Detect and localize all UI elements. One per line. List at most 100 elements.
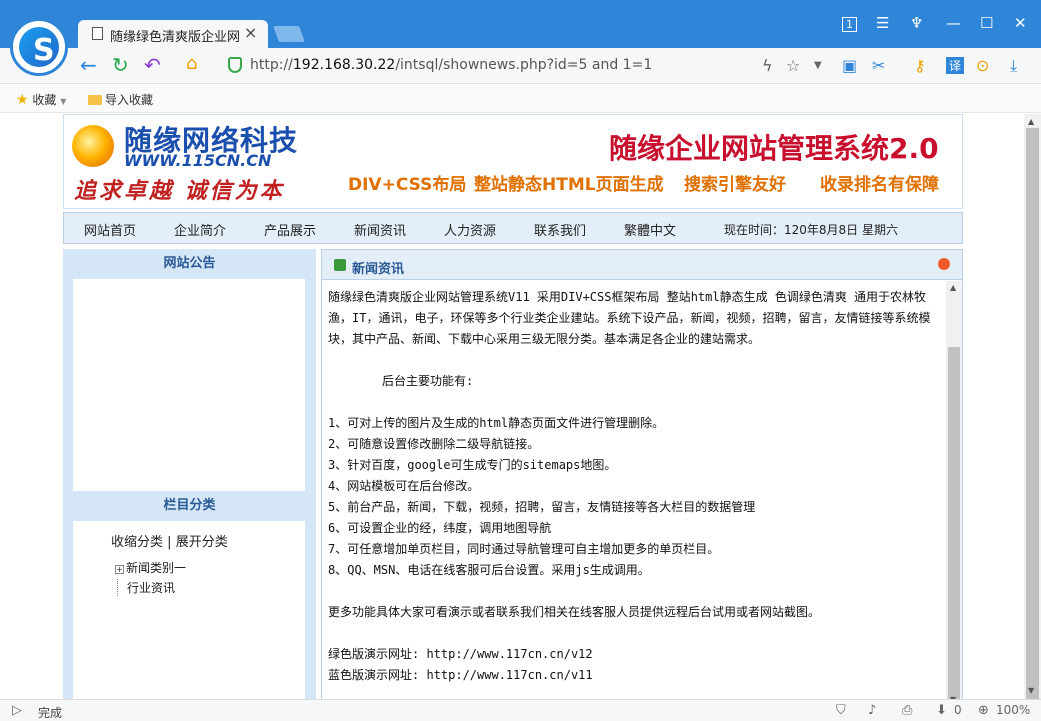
folder-icon [88, 95, 102, 105]
page-scrollbar[interactable]: ▲ ▼ [1024, 114, 1041, 702]
article-paragraph [328, 581, 939, 602]
feature-layout: DIV+CSS布局 [348, 175, 467, 195]
article-paragraph: 1、可对上传的图片及生成的html静态页面文件进行管理删除。 [328, 416, 665, 430]
brand-logo-icon [72, 125, 114, 167]
security-shield-icon [228, 57, 242, 73]
translate-icon[interactable]: 译 [946, 57, 965, 74]
article-paragraph: 5、前台产品，新闻，下载，视频，招聘，留言，友情链接等各大栏目的数据管理 [328, 500, 756, 514]
download-count: 0 [954, 703, 962, 717]
tab-count-badge[interactable]: 1 [842, 17, 857, 32]
category-title: 栏目分类 [163, 498, 216, 513]
star-icon: ★ [16, 92, 29, 108]
article-paragraph: 2、可随意设置修改删除二级导航链接。 [328, 437, 540, 451]
article-paragraph: 6、可设置企业的经，纬度，调用地图导航 [328, 521, 552, 535]
expand-categories-link[interactable]: 展开分类 [176, 535, 228, 550]
home-icon[interactable]: ⌂ [186, 53, 197, 74]
skin-icon[interactable]: ♆ [910, 14, 923, 32]
browser-logo-icon[interactable]: S [10, 18, 68, 76]
nav-traditional-chinese[interactable]: 繁體中文 [624, 220, 676, 239]
screenshot-icon[interactable]: ⎙ [902, 703, 912, 718]
expand-plus-icon[interactable]: + [115, 565, 124, 574]
scissors-icon[interactable]: ✂ [872, 56, 885, 75]
status-text: 完成 [38, 706, 63, 720]
tree-item[interactable]: 行业资讯 [117, 579, 175, 596]
maximize-icon[interactable]: ☐ [980, 14, 993, 32]
article-paragraph [328, 350, 939, 371]
article-paragraph: 绿色版演示网址: http://www.117cn.cn/v12 [328, 647, 593, 661]
news-panel: 新闻资讯 随缘绿色清爽版企业网站管理系统V11 采用DIV+CSS框架布局 整站… [321, 249, 963, 699]
panel-close-icon[interactable] [938, 258, 950, 270]
news-panel-title: 新闻资讯 [352, 262, 405, 277]
chevron-down-icon[interactable]: ▼ [814, 60, 822, 71]
extension-icon[interactable]: ▣ [842, 56, 857, 75]
site-banner: 随缘网络科技 WWW.115CN.CN 追求卓越 诚信为本 随缘企业网站管理系统… [63, 114, 963, 209]
zoom-level[interactable]: 100% [996, 703, 1030, 717]
lightning-icon[interactable]: ϟ [762, 56, 773, 75]
article-paragraph: 随缘绿色清爽版企业网站管理系统V11 采用DIV+CSS框架布局 整站html静… [328, 290, 931, 346]
zoom-icon[interactable]: ⊕ [978, 703, 989, 718]
key-icon[interactable]: ⚷ [914, 56, 926, 75]
bookmarks-bar: ★ 收藏 ▼ 导入收藏 [0, 85, 1041, 113]
tab-title: 随缘绿色清爽版企业网站 [110, 30, 240, 45]
nav-about[interactable]: 企业简介 [174, 220, 226, 239]
download-icon[interactable]: ⤓ [1010, 56, 1017, 76]
url-text[interactable]: http://192.168.30.22/intsql/shownews.php… [250, 57, 652, 73]
status-bar: ▷ 完成 ⛉ ♪ ⎙ ⬇ 0 ⊕ 100% [0, 699, 1041, 721]
download-manager-icon[interactable]: ⬇ [936, 703, 947, 718]
sound-icon[interactable]: ♪ [868, 703, 876, 718]
address-bar[interactable]: http://192.168.30.22/intsql/shownews.php… [218, 52, 748, 78]
article-paragraph: 蓝色版演示网址: http://www.117cn.cn/v11 [328, 668, 593, 682]
browser-tab[interactable]: 随缘绿色清爽版企业网站 × [78, 20, 268, 48]
category-box: 收缩分类 | 展开分类 + 新闻类别一 行业资讯 [73, 521, 305, 699]
nav-home[interactable]: 网站首页 [84, 220, 136, 239]
import-favorites-link[interactable]: 导入收藏 [88, 91, 153, 108]
favorites-menu[interactable]: ★ 收藏 ▼ [16, 91, 66, 108]
back-icon[interactable]: ← [80, 53, 97, 77]
news-icon [334, 259, 346, 271]
article-paragraph: 3、针对百度，google可生成专门的sitemaps地图。 [328, 458, 617, 472]
article-paragraph: 8、QQ、MSN、电话在线客服可后台设置。采用js生成调用。 [328, 563, 650, 577]
collapse-categories-link[interactable]: 收缩分类 [111, 535, 163, 550]
notice-box [73, 279, 305, 491]
notice-title: 网站公告 [163, 256, 216, 271]
nav-hr[interactable]: 人力资源 [444, 220, 496, 239]
feature-seo: 搜索引擎友好 [684, 175, 786, 195]
close-window-icon[interactable]: ✕ [1014, 14, 1027, 32]
undo-icon[interactable]: ↶ [144, 53, 161, 77]
bookmark-star-icon[interactable]: ☆ [786, 56, 800, 75]
minimize-icon[interactable]: — [946, 14, 961, 32]
brand-slogan: 追求卓越 诚信为本 [74, 178, 285, 204]
brand-url: WWW.115CN.CN [124, 151, 272, 170]
close-tab-icon[interactable]: × [244, 23, 257, 42]
feature-static: 整站静态HTML页面生成 [474, 175, 664, 195]
document-icon [92, 27, 103, 40]
nav-products[interactable]: 产品展示 [264, 220, 316, 239]
site-nav: 网站首页 企业简介 产品展示 新闻资讯 人力资源 联系我们 繁體中文 现在时间：… [63, 212, 963, 244]
current-time: 现在时间：120年8月8日 星期六 [724, 223, 898, 237]
shield-status-icon[interactable]: ⛉ [836, 703, 846, 718]
article-paragraph: 更多功能具体大家可看演示或者联系我们相关在线客服人员提供远程后台试用或者网站截图… [328, 605, 821, 619]
tree-item[interactable]: + 新闻类别一 [115, 559, 186, 576]
article-scrollbar[interactable]: ▲ ▼ [946, 281, 962, 699]
more-icon[interactable]: ⊙ [976, 56, 989, 75]
menu-icon[interactable]: ☰ [876, 14, 889, 32]
article-paragraph [328, 623, 939, 644]
new-tab-button[interactable] [273, 26, 305, 42]
sidebar-toggle-icon[interactable]: ▷ [12, 703, 22, 718]
left-sidebar: 网站公告 栏目分类 收缩分类 | 展开分类 + 新闻类别一 行业资讯 [63, 249, 316, 699]
nav-news[interactable]: 新闻资讯 [354, 220, 406, 239]
article-body: 随缘绿色清爽版企业网站管理系统V11 采用DIV+CSS框架布局 整站html静… [322, 281, 945, 699]
nav-contact[interactable]: 联系我们 [534, 220, 586, 239]
browser-titlebar: 随缘绿色清爽版企业网站 × 1 ☰ ♆ — ☐ ✕ [0, 0, 1041, 48]
article-paragraph: 4、网站模板可在后台修改。 [328, 479, 480, 493]
article-paragraph: 7、可任意增加单页栏目，同时通过导航管理可自主增加更多的单页栏目。 [328, 542, 720, 556]
browser-toolbar: ← ↻ ↶ ⌂ http://192.168.30.22/intsql/show… [0, 48, 1041, 84]
news-panel-header: 新闻资讯 [322, 250, 962, 280]
category-toggle: 收缩分类 | 展开分类 [111, 535, 228, 550]
article-paragraph [328, 392, 939, 413]
refresh-icon[interactable]: ↻ [112, 53, 129, 77]
page-viewport: 随缘网络科技 WWW.115CN.CN 追求卓越 诚信为本 随缘企业网站管理系统… [0, 114, 1024, 699]
feature-ranking: 收录排名有保障 [820, 175, 939, 195]
article-paragraph: 后台主要功能有: [382, 374, 474, 388]
system-title: 随缘企业网站管理系统2.0 [609, 132, 939, 165]
